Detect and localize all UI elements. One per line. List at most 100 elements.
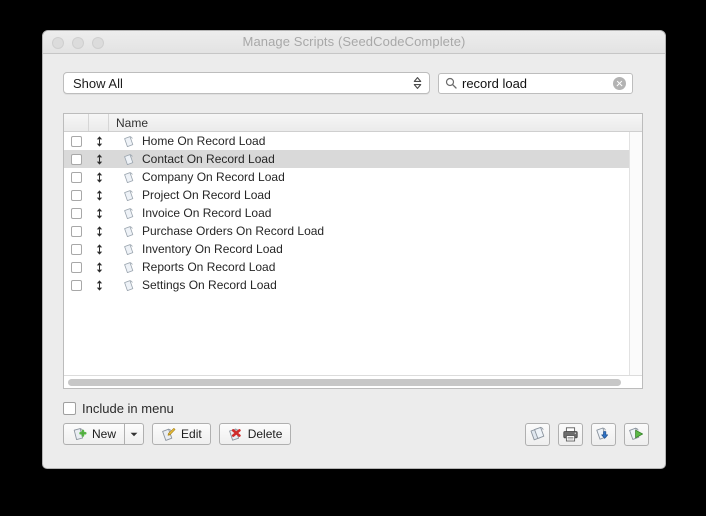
row-checkbox[interactable] <box>71 279 82 291</box>
row-name-cell[interactable]: Reports On Record Load <box>109 260 642 274</box>
row-name-cell[interactable]: Inventory On Record Load <box>109 242 642 256</box>
duplicate-script-button[interactable] <box>525 423 550 446</box>
row-move-handle[interactable] <box>89 171 109 183</box>
edit-script-icon <box>161 427 176 442</box>
table-row[interactable]: Project On Record Load <box>64 186 642 204</box>
table-row[interactable]: Invoice On Record Load <box>64 204 642 222</box>
horizontal-scrollbar[interactable] <box>64 375 642 388</box>
script-name-label: Home On Record Load <box>142 134 266 148</box>
window-titlebar[interactable]: Manage Scripts (SeedCodeComplete) <box>43 31 665 54</box>
row-checkbox-cell[interactable] <box>64 279 89 291</box>
row-checkbox[interactable] <box>71 171 82 183</box>
filter-popup-button[interactable]: Show All <box>63 72 430 94</box>
import-script-button[interactable] <box>591 423 616 446</box>
filter-popup-label: Show All <box>73 75 123 91</box>
window-title: Manage Scripts (SeedCodeComplete) <box>242 34 466 49</box>
list-header: Name <box>64 114 642 132</box>
row-name-cell[interactable]: Purchase Orders On Record Load <box>109 224 642 238</box>
row-checkbox-cell[interactable] <box>64 207 89 219</box>
row-move-handle[interactable] <box>89 261 109 273</box>
script-name-label: Reports On Record Load <box>142 260 276 274</box>
search-input[interactable]: record load <box>462 76 613 91</box>
row-checkbox[interactable] <box>71 243 82 255</box>
new-options-dropdown[interactable] <box>124 423 145 445</box>
row-checkbox-cell[interactable] <box>64 243 89 255</box>
row-checkbox[interactable] <box>71 135 82 147</box>
row-checkbox-cell[interactable] <box>64 153 89 165</box>
search-field[interactable]: record load <box>438 72 633 94</box>
row-checkbox[interactable] <box>71 153 82 165</box>
delete-button-label: Delete <box>247 427 283 441</box>
script-icon <box>123 225 136 238</box>
row-move-handle[interactable] <box>89 225 109 237</box>
edit-button-label: Edit <box>181 427 202 441</box>
script-name-label: Invoice On Record Load <box>142 206 272 220</box>
row-name-cell[interactable]: Company On Record Load <box>109 170 642 184</box>
delete-script-icon <box>228 427 243 442</box>
script-icon <box>123 243 136 256</box>
utility-icon-bar <box>525 423 649 446</box>
script-icon <box>123 207 136 220</box>
row-checkbox-cell[interactable] <box>64 171 89 183</box>
row-checkbox-cell[interactable] <box>64 261 89 273</box>
row-checkbox[interactable] <box>71 261 82 273</box>
script-icon <box>123 171 136 184</box>
new-button-group: New <box>63 423 145 445</box>
script-name-label: Inventory On Record Load <box>142 242 283 256</box>
print-icon <box>563 427 578 442</box>
script-name-label: Purchase Orders On Record Load <box>142 224 325 238</box>
edit-button[interactable]: Edit <box>152 423 211 445</box>
row-name-cell[interactable]: Project On Record Load <box>109 188 642 202</box>
row-checkbox[interactable] <box>71 225 82 237</box>
row-name-cell[interactable]: Invoice On Record Load <box>109 206 642 220</box>
table-row[interactable]: Company On Record Load <box>64 168 642 186</box>
row-checkbox-cell[interactable] <box>64 189 89 201</box>
include-in-menu-checkbox[interactable] <box>63 402 76 415</box>
table-row[interactable]: Home On Record Load <box>64 132 642 150</box>
scripts-list-panel: Name Home On Record Load Contact On Recor… <box>63 113 643 389</box>
table-row[interactable]: Reports On Record Load <box>64 258 642 276</box>
horizontal-scrollbar-thumb[interactable] <box>68 378 621 386</box>
column-header-name[interactable]: Name <box>109 114 642 131</box>
table-row[interactable]: Contact On Record Load <box>64 150 642 168</box>
run-script-button[interactable] <box>624 423 649 446</box>
script-icon <box>123 279 136 292</box>
table-row[interactable]: Purchase Orders On Record Load <box>64 222 642 240</box>
row-checkbox-cell[interactable] <box>64 135 89 147</box>
column-header-move[interactable] <box>89 114 109 131</box>
column-header-checkbox[interactable] <box>64 114 89 131</box>
table-row[interactable]: Settings On Record Load <box>64 276 642 294</box>
new-script-icon <box>72 427 87 442</box>
script-icon <box>123 135 136 148</box>
script-icon <box>123 153 136 166</box>
row-move-handle[interactable] <box>89 153 109 165</box>
row-checkbox[interactable] <box>71 207 82 219</box>
run-script-icon <box>629 427 643 440</box>
row-move-handle[interactable] <box>89 135 109 147</box>
script-icon <box>123 261 136 274</box>
script-icon <box>123 189 136 202</box>
toolbar: Show All record load <box>63 71 649 95</box>
script-name-label: Company On Record Load <box>142 170 285 184</box>
row-name-cell[interactable]: Contact On Record Load <box>109 152 642 166</box>
action-button-bar: New Edit Delete <box>63 423 292 445</box>
script-name-label: Contact On Record Load <box>142 152 275 166</box>
new-button[interactable]: New <box>63 423 125 445</box>
row-name-cell[interactable]: Settings On Record Load <box>109 278 642 292</box>
row-move-handle[interactable] <box>89 189 109 201</box>
row-name-cell[interactable]: Home On Record Load <box>109 134 642 148</box>
vertical-scrollbar[interactable] <box>629 132 642 376</box>
table-row[interactable]: Inventory On Record Load <box>64 240 642 258</box>
clear-icon[interactable] <box>613 76 626 90</box>
row-move-handle[interactable] <box>89 279 109 291</box>
import-script-icon <box>596 427 609 440</box>
include-in-menu-label: Include in menu <box>82 401 174 416</box>
include-in-menu-row[interactable]: Include in menu <box>63 401 174 416</box>
row-checkbox-cell[interactable] <box>64 225 89 237</box>
row-move-handle[interactable] <box>89 207 109 219</box>
print-button[interactable] <box>558 423 583 446</box>
row-move-handle[interactable] <box>89 243 109 255</box>
delete-button[interactable]: Delete <box>218 423 292 445</box>
new-button-label: New <box>92 427 117 441</box>
row-checkbox[interactable] <box>71 189 82 201</box>
